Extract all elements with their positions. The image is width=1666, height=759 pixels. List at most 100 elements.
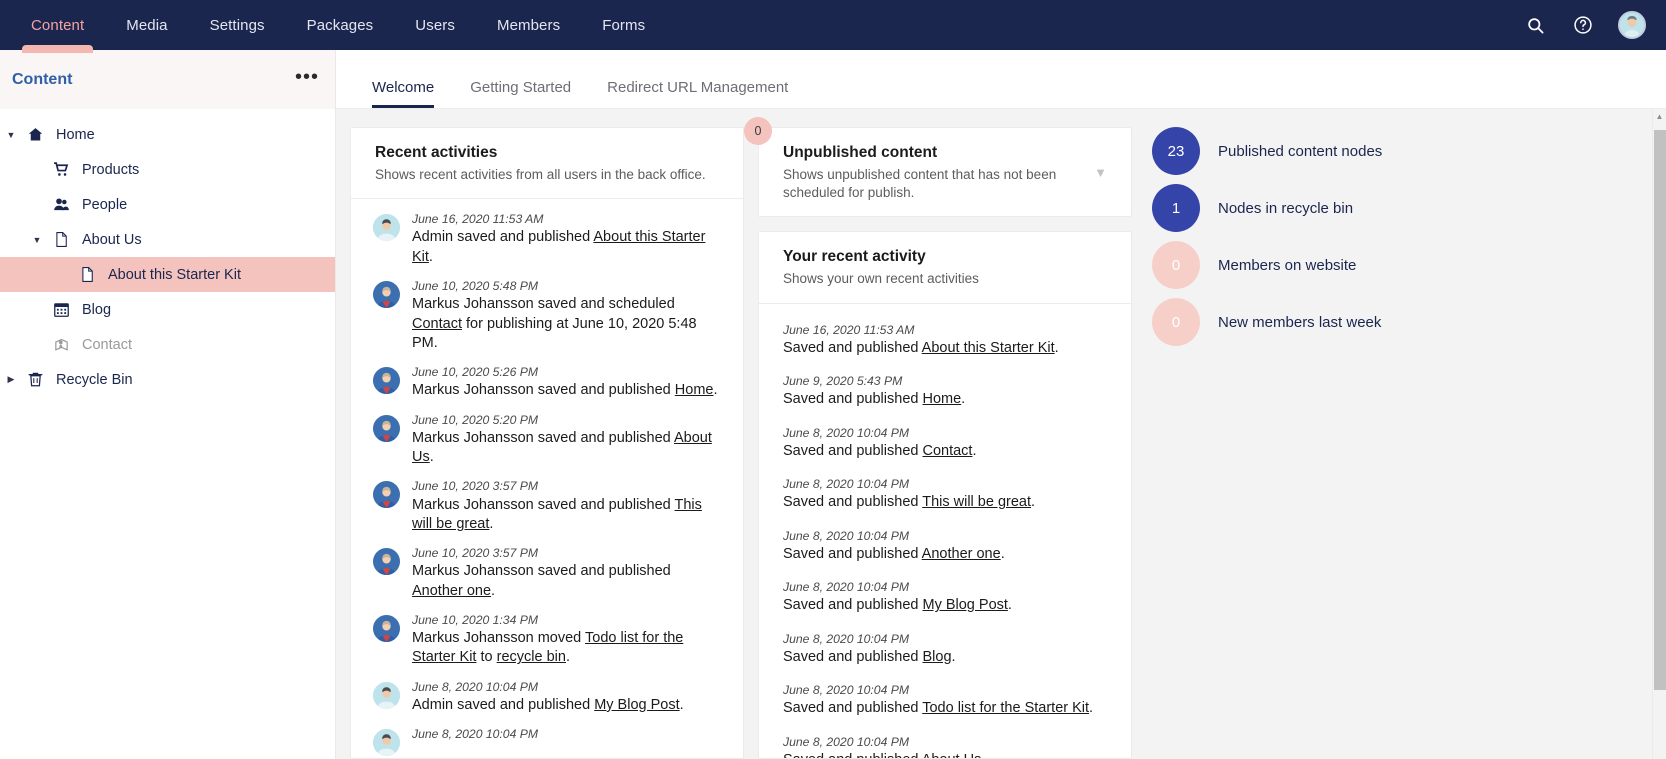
admin-avatar xyxy=(373,729,400,756)
search-icon[interactable] xyxy=(1522,12,1548,38)
tab-redirect-url-management[interactable]: Redirect URL Management xyxy=(589,79,806,108)
page-scrollbar[interactable]: ▲ xyxy=(1652,109,1666,759)
unpublished-badge: 0 xyxy=(744,117,772,145)
your-activity-text: Saved and published Home. xyxy=(783,391,965,407)
activity-text-suffix: . xyxy=(491,583,495,599)
your-activity-item: June 8, 2020 10:04 PMSaved and published… xyxy=(783,528,1107,565)
activity-text-prefix: Admin saved and published xyxy=(412,229,593,245)
activity-text-middle: to xyxy=(476,649,496,665)
tab-getting-started[interactable]: Getting Started xyxy=(452,79,589,108)
your-activity-text-suffix: . xyxy=(1008,597,1012,613)
your-activity-link[interactable]: About Us xyxy=(922,752,982,759)
activity-link[interactable]: Another one xyxy=(412,583,491,599)
activity-body: June 10, 2020 1:34 PMMarkus Johansson mo… xyxy=(412,612,719,668)
activity-link[interactable]: Contact xyxy=(412,316,462,332)
user-avatar[interactable] xyxy=(1618,11,1646,39)
topnav-item-label: Users xyxy=(415,17,455,34)
markus-avatar xyxy=(373,415,400,442)
your-activity-link[interactable]: Another one xyxy=(922,546,1001,562)
activity-link-secondary[interactable]: recycle bin xyxy=(497,649,566,665)
activity-body: June 8, 2020 10:04 PMAdmin saved and pub… xyxy=(412,679,684,716)
topnav-item-media[interactable]: Media xyxy=(105,0,188,50)
document-icon xyxy=(48,231,74,248)
topnav-item-users[interactable]: Users xyxy=(394,0,476,50)
stat-label: Published content nodes xyxy=(1218,143,1382,160)
topnav-item-forms[interactable]: Forms xyxy=(581,0,666,50)
topnav-item-content[interactable]: Content xyxy=(10,0,105,50)
your-activity-link[interactable]: Todo list for the Starter Kit xyxy=(922,700,1089,716)
tree-item-about-us[interactable]: About Us xyxy=(0,222,335,257)
activity-item: June 10, 2020 5:48 PMMarkus Johansson sa… xyxy=(373,278,719,353)
your-activity-text: Saved and published Todo list for the St… xyxy=(783,700,1093,716)
activity-link[interactable]: My Blog Post xyxy=(594,697,679,713)
main-panel: WelcomeGetting StartedRedirect URL Manag… xyxy=(336,50,1666,759)
activity-link[interactable]: Home xyxy=(675,382,714,398)
top-nav-items: ContentMediaSettings Packages Users Members… xyxy=(0,0,666,50)
your-activity-link[interactable]: About this Starter Kit xyxy=(922,340,1055,356)
tree-item-home[interactable]: Home xyxy=(0,117,335,152)
tree-item-products[interactable]: Products xyxy=(0,152,335,187)
activity-text: Markus Johansson moved Todo list for the… xyxy=(412,630,683,665)
your-activity-text-prefix: Saved and published xyxy=(783,700,922,716)
topnav-item-packages[interactable]: Packages xyxy=(286,0,395,50)
your-activity-text-prefix: Saved and published xyxy=(783,546,922,562)
document-icon xyxy=(74,266,100,283)
scroll-up-arrow[interactable]: ▲ xyxy=(1653,109,1666,121)
chevron-down-icon[interactable] xyxy=(26,235,48,245)
activity-item: June 8, 2020 10:04 PM xyxy=(373,726,719,756)
calendar-icon xyxy=(48,301,74,318)
tree-item-about-this-starter-kit[interactable]: About this Starter Kit xyxy=(0,257,335,292)
tree-item-recycle-bin[interactable]: Recycle Bin xyxy=(0,362,335,397)
your-activity-item: June 8, 2020 10:04 PMSaved and published… xyxy=(783,734,1107,759)
your-activity-timestamp: June 8, 2020 10:04 PM xyxy=(783,682,1107,698)
activity-body: June 10, 2020 5:48 PMMarkus Johansson sa… xyxy=(412,278,719,353)
topnav-item-settings[interactable]: Settings xyxy=(189,0,286,50)
triangle-down-icon[interactable]: ▼ xyxy=(1094,166,1107,179)
your-activity-timestamp: June 8, 2020 10:04 PM xyxy=(783,631,1107,647)
your-activity-text: Saved and published My Blog Post. xyxy=(783,597,1012,613)
activity-text-suffix: . xyxy=(429,249,433,265)
tree-item-label: About Us xyxy=(74,232,142,248)
activity-text-prefix: Markus Johansson saved and published xyxy=(412,382,675,398)
chevron-down-icon[interactable] xyxy=(0,130,22,140)
unpublished-subtitle: ▼ Shows unpublished content that has not… xyxy=(783,166,1107,202)
your-activity-text: Saved and published Another one. xyxy=(783,546,1005,562)
tree-item-label: People xyxy=(74,197,127,213)
your-activity-text-prefix: Saved and published xyxy=(783,597,922,613)
activity-timestamp: June 10, 2020 3:57 PM xyxy=(412,545,719,561)
tab-welcome[interactable]: Welcome xyxy=(354,79,452,108)
chevron-right-icon[interactable] xyxy=(0,374,22,385)
your-activity-timestamp: June 8, 2020 10:04 PM xyxy=(783,476,1107,492)
admin-avatar xyxy=(373,214,400,241)
your-activity-link[interactable]: My Blog Post xyxy=(922,597,1007,613)
cart-icon xyxy=(48,161,74,178)
tree-item-contact[interactable]: Contact xyxy=(0,327,335,362)
your-activity-item: June 9, 2020 5:43 PMSaved and published … xyxy=(783,373,1107,410)
sidebar-title: Content xyxy=(12,71,72,89)
help-icon[interactable] xyxy=(1570,12,1596,38)
tree-item-blog[interactable]: Blog xyxy=(0,292,335,327)
top-nav-actions xyxy=(1522,0,1666,50)
your-activity-link[interactable]: Contact xyxy=(922,443,972,459)
your-activity-list: June 16, 2020 11:53 AMSaved and publishe… xyxy=(759,304,1131,759)
your-activity-item: June 8, 2020 10:04 PMSaved and published… xyxy=(783,425,1107,462)
scrollbar-thumb[interactable] xyxy=(1654,130,1666,690)
tree-item-label: Contact xyxy=(74,337,132,353)
tree-item-label: About this Starter Kit xyxy=(100,267,241,283)
recent-activities-title: Recent activities xyxy=(375,144,719,162)
topnav-item-label: Packages xyxy=(307,17,374,34)
tree-item-people[interactable]: People xyxy=(0,187,335,222)
your-activity-text-prefix: Saved and published xyxy=(783,649,922,665)
your-activity-link[interactable]: This will be great xyxy=(922,494,1031,510)
your-activity-link[interactable]: Home xyxy=(922,391,961,407)
your-activity-text-suffix: . xyxy=(952,649,956,665)
activity-item: June 10, 2020 3:57 PMMarkus Johansson sa… xyxy=(373,478,719,534)
topnav-item-members[interactable]: Members xyxy=(476,0,581,50)
sidebar-options-icon[interactable]: ••• xyxy=(295,67,319,93)
your-activity-link[interactable]: Blog xyxy=(922,649,951,665)
activity-body: June 10, 2020 3:57 PMMarkus Johansson sa… xyxy=(412,478,719,534)
activity-text-suffix: . xyxy=(566,649,570,665)
your-activity-item: June 8, 2020 10:04 PM Saved and published… xyxy=(783,631,1107,668)
activity-text: Markus Johansson saved and published Abo… xyxy=(412,430,712,465)
markus-avatar xyxy=(373,548,400,575)
